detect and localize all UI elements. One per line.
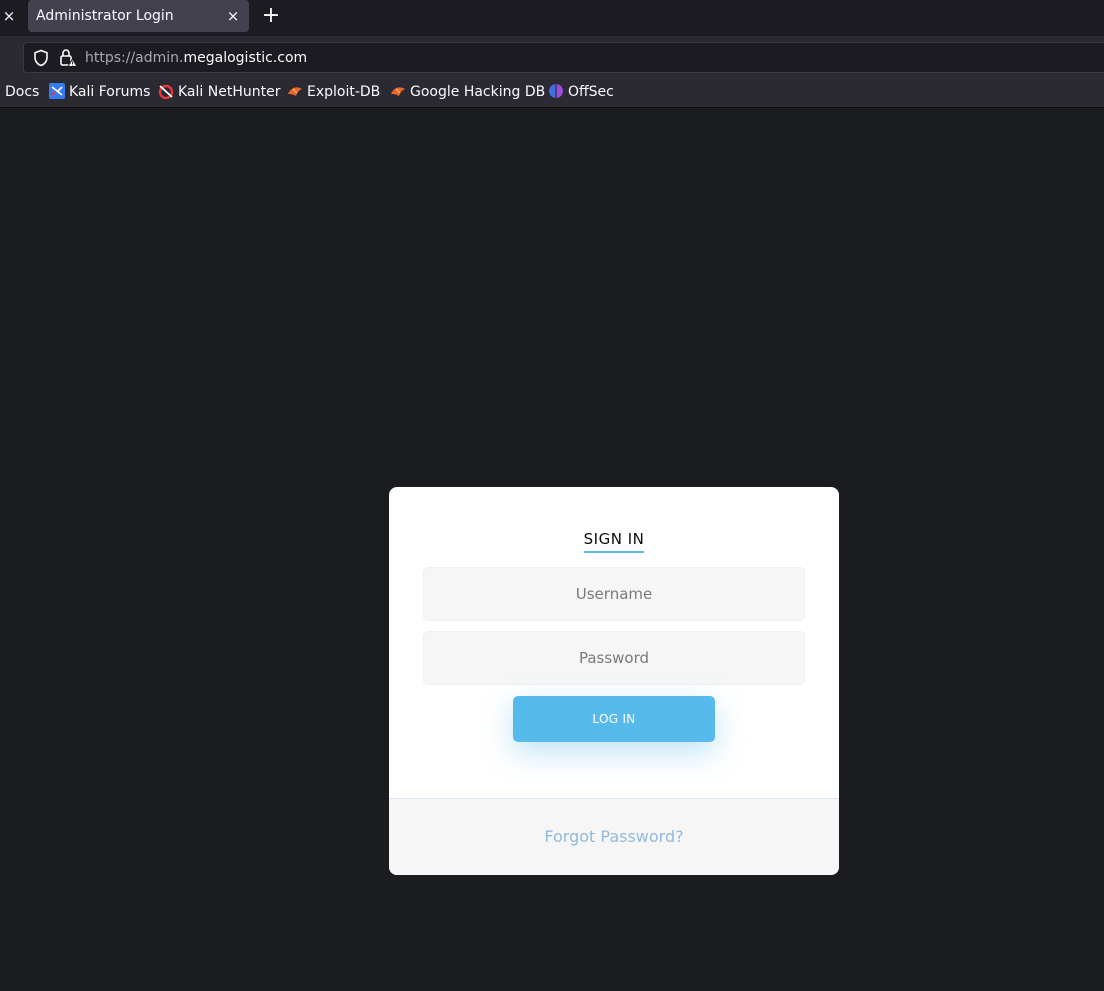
bookmark-label: Exploit-DB xyxy=(307,84,381,100)
page-viewport: SIGN IN LOG IN Forgot Password? xyxy=(0,108,1104,991)
bookmark-google-hacking-db[interactable]: Google Hacking DB xyxy=(390,83,545,101)
bookmark-label: Docs xyxy=(5,84,40,100)
tab-strip: × Administrator Login × + xyxy=(0,0,1104,36)
password-input[interactable] xyxy=(423,631,805,685)
bookmark-docs[interactable]: Docs xyxy=(5,83,39,101)
navigation-toolbar: https://admin.megalogistic.com xyxy=(0,36,1104,76)
url-bar[interactable]: https://admin.megalogistic.com xyxy=(23,42,1104,73)
sign-in-heading: SIGN IN xyxy=(389,529,839,553)
bookmark-offsec[interactable]: OffSec xyxy=(548,83,614,101)
username-input[interactable] xyxy=(423,567,805,621)
tracking-protection-shield-icon[interactable] xyxy=(32,49,50,67)
forgot-password-link[interactable]: Forgot Password? xyxy=(389,827,839,847)
exploit-db-icon xyxy=(288,87,302,96)
login-card-footer: Forgot Password? xyxy=(389,798,839,875)
bookmark-label: OffSec xyxy=(568,84,614,100)
previous-tab-close-icon[interactable]: × xyxy=(0,4,18,28)
url-prefix: https://admin. xyxy=(85,50,184,66)
kali-forums-icon xyxy=(49,83,65,99)
exploit-db-icon xyxy=(391,87,405,96)
url-text[interactable]: https://admin.megalogistic.com xyxy=(85,49,307,67)
tab-close-icon[interactable]: × xyxy=(225,4,241,28)
offsec-icon xyxy=(549,84,563,98)
login-card: SIGN IN LOG IN Forgot Password? xyxy=(389,487,839,875)
log-in-button[interactable]: LOG IN xyxy=(513,696,715,742)
bookmark-exploit-db[interactable]: Exploit-DB xyxy=(287,83,380,101)
bookmark-label: Kali Forums xyxy=(69,84,151,100)
new-tab-button[interactable]: + xyxy=(258,2,284,30)
url-host: megalogistic.com xyxy=(183,50,308,66)
bookmark-label: Google Hacking DB xyxy=(410,84,546,100)
bookmark-kali-nethunter[interactable]: Kali NetHunter xyxy=(158,83,280,101)
tab-administrator-login[interactable]: Administrator Login × xyxy=(28,0,249,32)
bookmarks-toolbar: Docs Kali Forums Kali NetHunter Exploit-… xyxy=(0,76,1104,108)
bookmark-label: Kali NetHunter xyxy=(178,84,281,100)
bookmark-kali-forums[interactable]: Kali Forums xyxy=(49,83,150,101)
insecure-lock-icon[interactable] xyxy=(58,48,78,68)
kali-nethunter-icon xyxy=(158,84,174,99)
tab-title: Administrator Login xyxy=(36,8,174,24)
sign-in-heading-text: SIGN IN xyxy=(583,529,645,553)
